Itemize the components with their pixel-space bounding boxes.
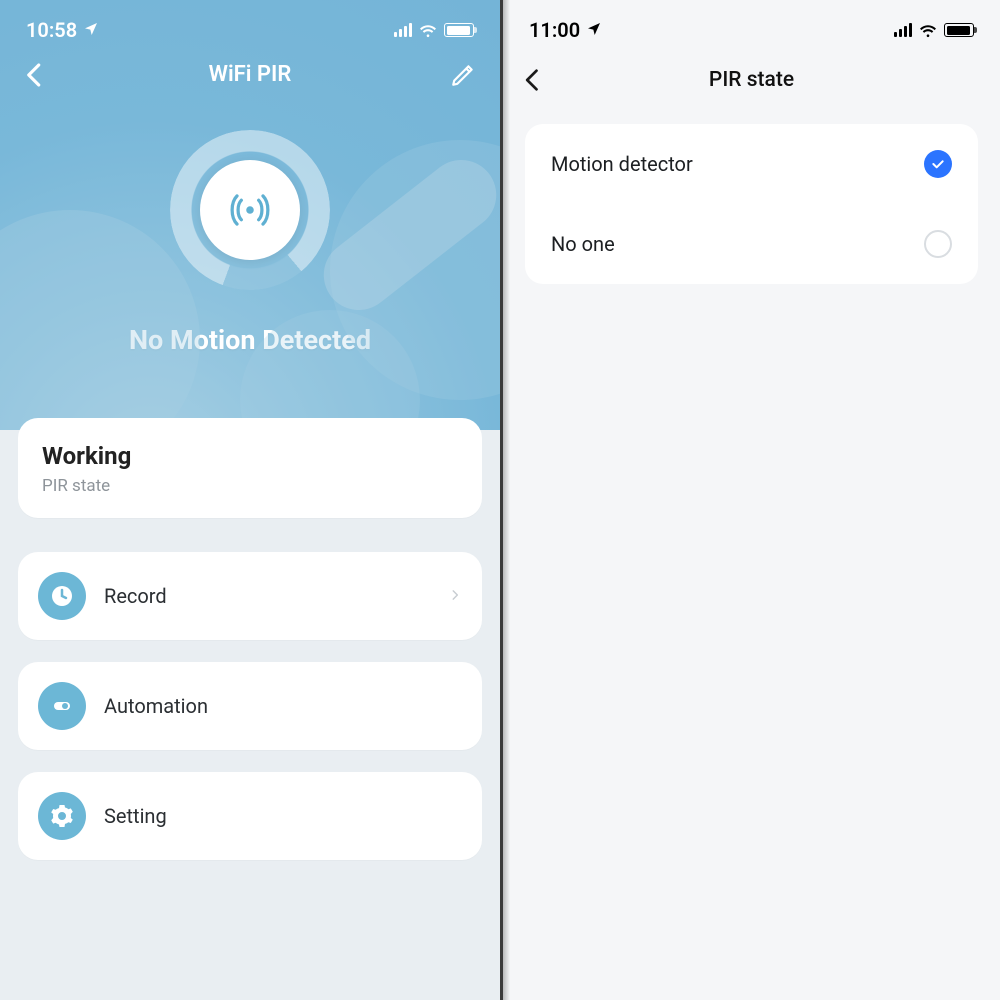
wifi-icon: [418, 20, 438, 40]
option-label: No one: [551, 232, 615, 256]
page-title: WiFi PIR: [209, 62, 292, 87]
state-card[interactable]: Working PIR state: [18, 418, 482, 518]
card-stack: Working PIR state Record Automation: [0, 430, 500, 1000]
automation-label: Automation: [104, 694, 462, 718]
clock-icon: [38, 572, 86, 620]
battery-icon: [944, 23, 974, 37]
status-time: 11:00: [529, 18, 580, 42]
page-title: PIR state: [709, 68, 794, 92]
back-button[interactable]: [519, 66, 547, 94]
nav-bar: WiFi PIR: [0, 52, 500, 96]
motion-dial: [170, 130, 330, 290]
status-bar: 10:58: [0, 0, 500, 52]
checkmark-icon: [924, 150, 952, 178]
setting-label: Setting: [104, 804, 462, 828]
nav-bar: PIR state: [503, 52, 1000, 108]
option-no-one[interactable]: No one: [525, 204, 978, 284]
hero-panel: 10:58: [0, 0, 500, 430]
signal-icon: [200, 160, 300, 260]
location-icon: [83, 18, 99, 42]
state-card-subtitle: PIR state: [42, 476, 458, 496]
edit-button[interactable]: [450, 62, 476, 88]
chevron-right-icon: [448, 587, 462, 606]
status-bar: 11:00: [503, 0, 1000, 52]
setting-row[interactable]: Setting: [18, 772, 482, 860]
radio-unchecked-icon: [924, 230, 952, 258]
location-icon: [586, 18, 602, 42]
back-button[interactable]: [20, 60, 50, 90]
wifi-icon: [918, 20, 938, 40]
battery-icon: [444, 23, 474, 37]
option-motion-detector[interactable]: Motion detector: [525, 124, 978, 204]
record-label: Record: [104, 584, 430, 608]
toggle-icon: [38, 682, 86, 730]
screen-wifi-pir: 10:58: [0, 0, 500, 1000]
cellular-icon: [394, 23, 412, 37]
automation-row[interactable]: Automation: [18, 662, 482, 750]
cellular-icon: [894, 23, 912, 37]
option-label: Motion detector: [551, 152, 693, 176]
record-row[interactable]: Record: [18, 552, 482, 640]
gear-icon: [38, 792, 86, 840]
state-card-title: Working: [42, 442, 458, 470]
status-time: 10:58: [26, 18, 77, 42]
screen-pir-state: 11:00 PIR state: [500, 0, 1000, 1000]
pir-state-options: Motion detector No one: [525, 124, 978, 284]
